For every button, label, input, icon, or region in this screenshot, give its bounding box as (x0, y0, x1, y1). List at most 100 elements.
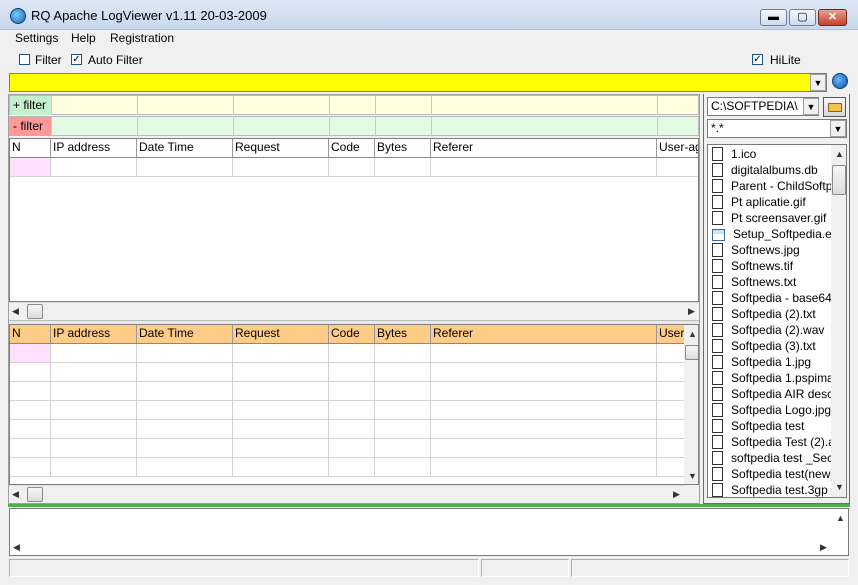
table-row[interactable] (10, 382, 684, 401)
menu-help[interactable]: Help (71, 31, 96, 45)
file-list-item[interactable]: Softnews.jpg (712, 243, 800, 259)
col-datetime[interactable]: Date Time (137, 139, 233, 157)
file-mask-dropdown-button[interactable]: ▼ (830, 120, 846, 137)
bottom-grid-vertical-scrollbar[interactable]: ▲ ▼ (684, 325, 698, 484)
scroll-right-icon[interactable]: ▶ (820, 542, 827, 553)
file-list-item[interactable]: digitalalbums.db (712, 163, 818, 179)
hilite-checkbox[interactable]: ✓ (752, 54, 763, 65)
col-code[interactable]: Code (329, 325, 375, 343)
filter-checkbox[interactable] (19, 54, 30, 65)
scroll-left-icon[interactable]: ◀ (12, 489, 19, 500)
file-name: Softnews.tif (731, 259, 794, 273)
table-row[interactable] (10, 401, 684, 420)
file-list-item[interactable]: Setup_Softpedia.exe (712, 227, 844, 243)
file-list-item[interactable]: Softpedia (2).wav (712, 323, 824, 339)
scroll-thumb[interactable] (27, 487, 43, 502)
col-bytes[interactable]: Bytes (375, 325, 431, 343)
scroll-right-icon[interactable]: ▶ (673, 489, 680, 500)
col-ip[interactable]: IP address (51, 139, 137, 157)
scroll-down-icon[interactable]: ▼ (688, 471, 697, 481)
scroll-up-icon[interactable]: ▲ (688, 329, 697, 339)
scroll-up-icon[interactable]: ▲ (836, 513, 845, 523)
col-request[interactable]: Request (233, 139, 329, 157)
folder-dropdown-button[interactable]: ▼ (803, 98, 819, 115)
log-grid-bottom[interactable]: N IP address Date Time Request Code Byte… (9, 324, 699, 485)
col-code[interactable]: Code (329, 139, 375, 157)
minus-filter-useragent-input[interactable] (658, 117, 700, 136)
file-list-item[interactable]: Softpedia test(new).flv (712, 467, 846, 483)
table-row[interactable] (10, 363, 684, 382)
file-list-item[interactable]: Softpedia Logo.jpg (712, 403, 831, 419)
table-row[interactable] (10, 439, 684, 458)
minus-filter-referer-input[interactable] (432, 117, 658, 136)
scroll-thumb[interactable] (27, 304, 43, 319)
file-list-item[interactable]: Softpedia test.3gp (712, 483, 828, 497)
file-list-item[interactable]: Softpedia test (712, 419, 804, 435)
file-list-item[interactable]: Pt screensaver.gif (712, 211, 826, 227)
col-referer[interactable]: Referer (431, 139, 657, 157)
col-n[interactable]: N (10, 139, 51, 157)
scroll-left-icon[interactable]: ◀ (12, 306, 19, 317)
plus-filter-bytes-input[interactable] (376, 96, 432, 115)
close-button[interactable]: ✕ (818, 9, 847, 26)
col-ip[interactable]: IP address (51, 325, 137, 343)
col-n[interactable]: N (10, 325, 51, 343)
filter-combo-input[interactable] (9, 73, 827, 92)
scroll-thumb[interactable] (832, 165, 846, 195)
file-list[interactable]: 1.ico digitalalbums.db Parent - ChildSoftp… (707, 144, 847, 498)
file-list-item[interactable]: Softpedia - base64.txt (712, 291, 846, 307)
plus-filter-code-input[interactable] (330, 96, 376, 115)
table-row[interactable] (10, 420, 684, 439)
plus-filter-useragent-input[interactable] (658, 96, 700, 115)
table-row[interactable] (10, 344, 684, 363)
minus-filter-date-input[interactable] (138, 117, 234, 136)
minimize-button[interactable]: ▬ (760, 9, 787, 26)
file-list-item[interactable]: Softpedia Test (2).avi (712, 435, 844, 451)
table-row[interactable] (10, 458, 684, 477)
file-list-vertical-scrollbar[interactable]: ▲ ▼ (831, 145, 846, 497)
file-list-item[interactable]: Softnews.tif (712, 259, 793, 275)
file-list-item[interactable]: Softpedia AIR description (712, 387, 846, 403)
minus-filter-code-input[interactable] (330, 117, 376, 136)
maximize-button[interactable]: ▢ (789, 9, 816, 26)
plus-filter-date-input[interactable] (138, 96, 234, 115)
minus-filter-request-input[interactable] (234, 117, 330, 136)
col-useragent[interactable]: User- (657, 325, 685, 343)
menu-registration[interactable]: Registration (110, 31, 174, 45)
minus-filter-bytes-input[interactable] (376, 117, 432, 136)
table-row[interactable] (10, 158, 698, 177)
bottom-grid-horizontal-scrollbar[interactable]: ◀ ▶ (9, 485, 684, 502)
file-list-item[interactable]: Softpedia 1.pspimage (712, 371, 846, 387)
file-list-item[interactable]: 1.ico (712, 147, 756, 163)
file-list-item[interactable]: Softpedia 1.jpg (712, 355, 811, 371)
plus-filter-referer-input[interactable] (432, 96, 658, 115)
log-grid-top[interactable]: N IP address Date Time Request Code Byte… (9, 138, 699, 302)
scroll-left-icon[interactable]: ◀ (13, 542, 20, 553)
filter-combo-dropdown-button[interactable]: ▼ (810, 74, 826, 91)
col-datetime[interactable]: Date Time (137, 325, 233, 343)
file-list-item[interactable]: softpedia test _Secure (712, 451, 846, 467)
scroll-down-icon[interactable]: ▼ (835, 482, 844, 492)
open-folder-button[interactable] (823, 97, 846, 117)
menu-settings[interactable]: Settings (15, 31, 58, 45)
scroll-up-icon[interactable]: ▲ (835, 149, 844, 159)
scroll-thumb[interactable] (685, 345, 698, 360)
top-grid-horizontal-scrollbar[interactable]: ◀ ▶ (9, 302, 699, 319)
minus-filter-ip-input[interactable] (52, 117, 138, 136)
file-mask-combo[interactable]: *.* (707, 119, 847, 138)
col-referer[interactable]: Referer (431, 325, 657, 343)
col-request[interactable]: Request (233, 325, 329, 343)
auto-filter-checkbox[interactable]: ✓ (71, 54, 82, 65)
message-textarea[interactable]: ▲ ◀ ▶ (9, 508, 849, 556)
file-list-item[interactable]: Parent - ChildSoftpedia (712, 179, 846, 195)
file-list-item[interactable]: Pt aplicatie.gif (712, 195, 806, 211)
scroll-right-icon[interactable]: ▶ (688, 306, 695, 317)
col-useragent[interactable]: User-agent (657, 139, 698, 157)
plus-filter-ip-input[interactable] (52, 96, 138, 115)
file-list-item[interactable]: Softpedia (3).txt (712, 339, 816, 355)
globe-icon[interactable] (832, 73, 848, 89)
file-list-item[interactable]: Softpedia (2).txt (712, 307, 816, 323)
plus-filter-request-input[interactable] (234, 96, 330, 115)
file-list-item[interactable]: Softnews.txt (712, 275, 796, 291)
col-bytes[interactable]: Bytes (375, 139, 431, 157)
